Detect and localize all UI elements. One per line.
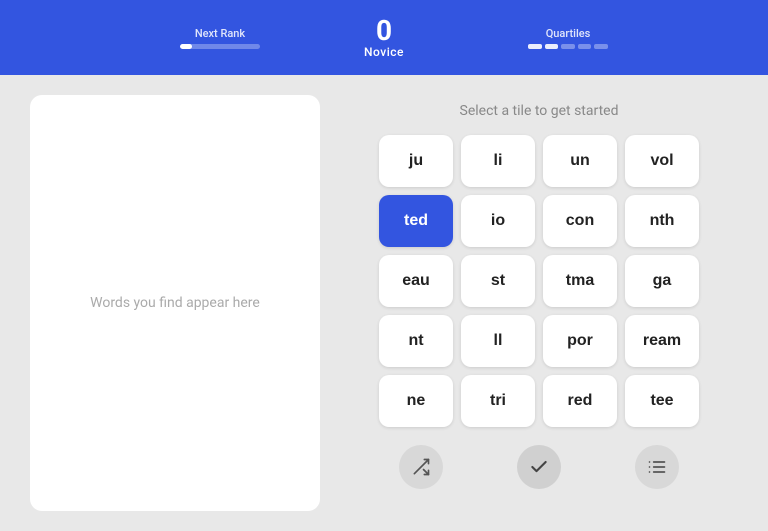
tile-ted[interactable]: ted [379,195,453,247]
tile-ll[interactable]: ll [461,315,535,367]
word-list-panel: Words you find appear here [30,95,320,511]
quartile-3 [561,44,575,49]
tile-tma[interactable]: tma [543,255,617,307]
tile-nt[interactable]: nt [379,315,453,367]
score-section: 0 Novice [364,17,404,59]
tile-st[interactable]: st [461,255,535,307]
list-button[interactable] [635,445,679,489]
tile-por[interactable]: por [543,315,617,367]
quartile-1 [528,44,542,49]
check-button[interactable] [517,445,561,489]
next-rank-fill [180,44,192,49]
tile-red[interactable]: red [543,375,617,427]
score-value: 0 [376,17,392,45]
controls [379,445,699,489]
game-panel: Select a tile to get started juliunvol te… [340,95,738,511]
tile-grid: juliunvol tedioconnth eausttmaga ntllporrea… [379,135,699,427]
tile-ne[interactable]: ne [379,375,453,427]
next-rank-label: Next Rank [195,27,245,40]
tile-con[interactable]: con [543,195,617,247]
next-rank-bar [180,44,260,49]
quartile-2 [545,44,559,49]
quartile-4 [578,44,592,49]
tile-un[interactable]: un [543,135,617,187]
main-content: Words you find appear here Select a tile… [0,75,768,531]
quartile-5 [594,44,608,49]
shuffle-icon [411,457,431,477]
tile-tee[interactable]: tee [625,375,699,427]
list-icon [647,457,667,477]
tile-li[interactable]: li [461,135,535,187]
tile-tri[interactable]: tri [461,375,535,427]
quartiles-label: Quartiles [546,27,591,40]
rank-label: Novice [364,45,404,59]
tile-vol[interactable]: vol [625,135,699,187]
select-hint: Select a tile to get started [460,103,619,119]
tile-ju[interactable]: ju [379,135,453,187]
tile-nth[interactable]: nth [625,195,699,247]
tile-io[interactable]: io [461,195,535,247]
quartiles-section: Quartiles [528,27,608,49]
shuffle-button[interactable] [399,445,443,489]
quartiles-bar [528,44,608,49]
word-list-placeholder: Words you find appear here [90,295,260,311]
header: Next Rank 0 Novice Quartiles [0,0,768,75]
tile-eau[interactable]: eau [379,255,453,307]
next-rank-section: Next Rank [180,27,260,49]
tile-ream[interactable]: ream [625,315,699,367]
tile-ga[interactable]: ga [625,255,699,307]
check-icon [529,457,549,477]
